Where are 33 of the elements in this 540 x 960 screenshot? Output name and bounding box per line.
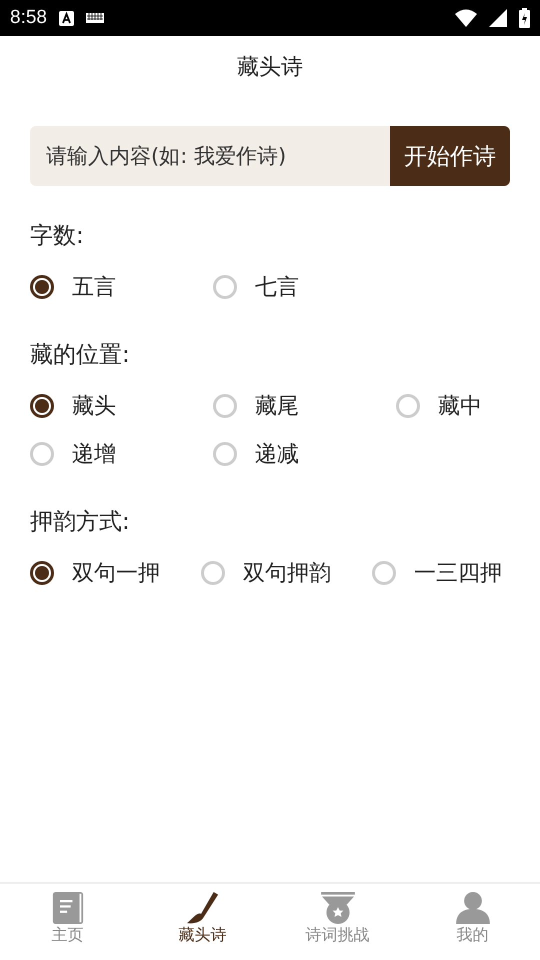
wifi-icon (455, 9, 477, 27)
person-icon (454, 892, 492, 924)
option-label: 五言 (72, 274, 116, 302)
tab-label[interactable]: 主页 (52, 925, 84, 946)
tab-label[interactable]: 藏头诗 (178, 925, 226, 946)
group-label: 字数: (30, 222, 85, 251)
book-icon (50, 892, 84, 924)
signal-icon (489, 9, 507, 27)
content-input-field[interactable]: 请输入内容(如: 我爱作诗) 开始作诗 (30, 126, 510, 186)
group-label: 藏的位置: (30, 341, 131, 370)
start-button[interactable]: 开始作诗 (390, 126, 510, 186)
option-label: 藏尾 (255, 393, 299, 421)
option-label: 一三四押 (414, 560, 502, 588)
tab-label[interactable]: 诗词挑战 (306, 925, 370, 946)
font-notification-icon (58, 10, 74, 26)
option-label: 递增 (72, 441, 116, 469)
option-label: 双句押韵 (243, 560, 331, 588)
option-label: 藏中 (438, 393, 482, 421)
group-label: 押韵方式: (30, 508, 131, 537)
status-time: 8:58 (10, 7, 47, 29)
option-label: 七言 (255, 274, 299, 302)
option-label: 双句一押 (72, 560, 160, 588)
option-label: 递减 (255, 441, 299, 469)
page-title: 藏头诗 (237, 54, 303, 82)
option-label: 藏头 (72, 393, 116, 421)
tab-label[interactable]: 我的 (456, 925, 488, 946)
radio-button[interactable] (30, 275, 54, 299)
radio-button[interactable] (30, 561, 54, 585)
battery-icon (519, 8, 530, 28)
brush-icon (184, 892, 220, 924)
medal-icon (318, 892, 356, 924)
keyboard-icon (86, 13, 104, 23)
radio-button[interactable] (30, 394, 54, 418)
